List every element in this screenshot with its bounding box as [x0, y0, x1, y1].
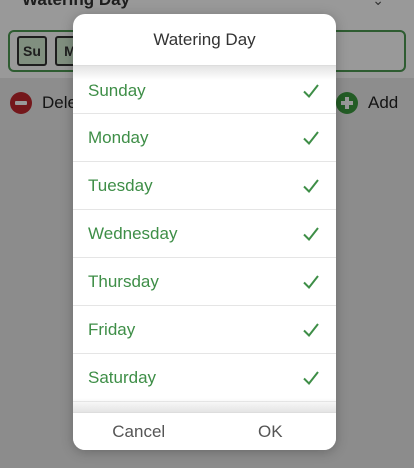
dialog-actions: Cancel OK	[73, 412, 336, 450]
list-item-sunday[interactable]: Sunday	[73, 68, 336, 114]
dialog-title: Watering Day	[73, 14, 336, 66]
list-item-label: Tuesday	[88, 175, 153, 195]
checkmark-icon	[303, 226, 319, 241]
cancel-button[interactable]: Cancel	[73, 413, 205, 450]
checkmark-icon	[303, 274, 319, 289]
list-item-monday[interactable]: Monday	[73, 114, 336, 162]
watering-day-dialog: Watering Day Sunday Monday Tuesday Wedne…	[73, 14, 336, 450]
list-item-label: Wednesday	[88, 223, 178, 243]
list-item-tuesday[interactable]: Tuesday	[73, 162, 336, 210]
checkmark-icon	[303, 322, 319, 337]
list-item-friday[interactable]: Friday	[73, 306, 336, 354]
day-list[interactable]: Sunday Monday Tuesday Wednesday Thursday…	[73, 66, 336, 412]
checkmark-icon	[303, 83, 319, 98]
list-item-label: Sunday	[88, 80, 146, 100]
list-item-label: Saturday	[88, 367, 157, 387]
ok-button[interactable]: OK	[204, 413, 336, 450]
checkmark-icon	[303, 178, 319, 193]
list-item-saturday[interactable]: Saturday	[73, 354, 336, 402]
list-item-wednesday[interactable]: Wednesday	[73, 210, 336, 258]
checkmark-icon	[303, 130, 319, 145]
list-item-label: Monday	[88, 127, 149, 147]
list-item-label: Thursday	[88, 271, 159, 291]
checkmark-icon	[303, 370, 319, 385]
list-item-label: Friday	[88, 319, 136, 339]
list-item-thursday[interactable]: Thursday	[73, 258, 336, 306]
